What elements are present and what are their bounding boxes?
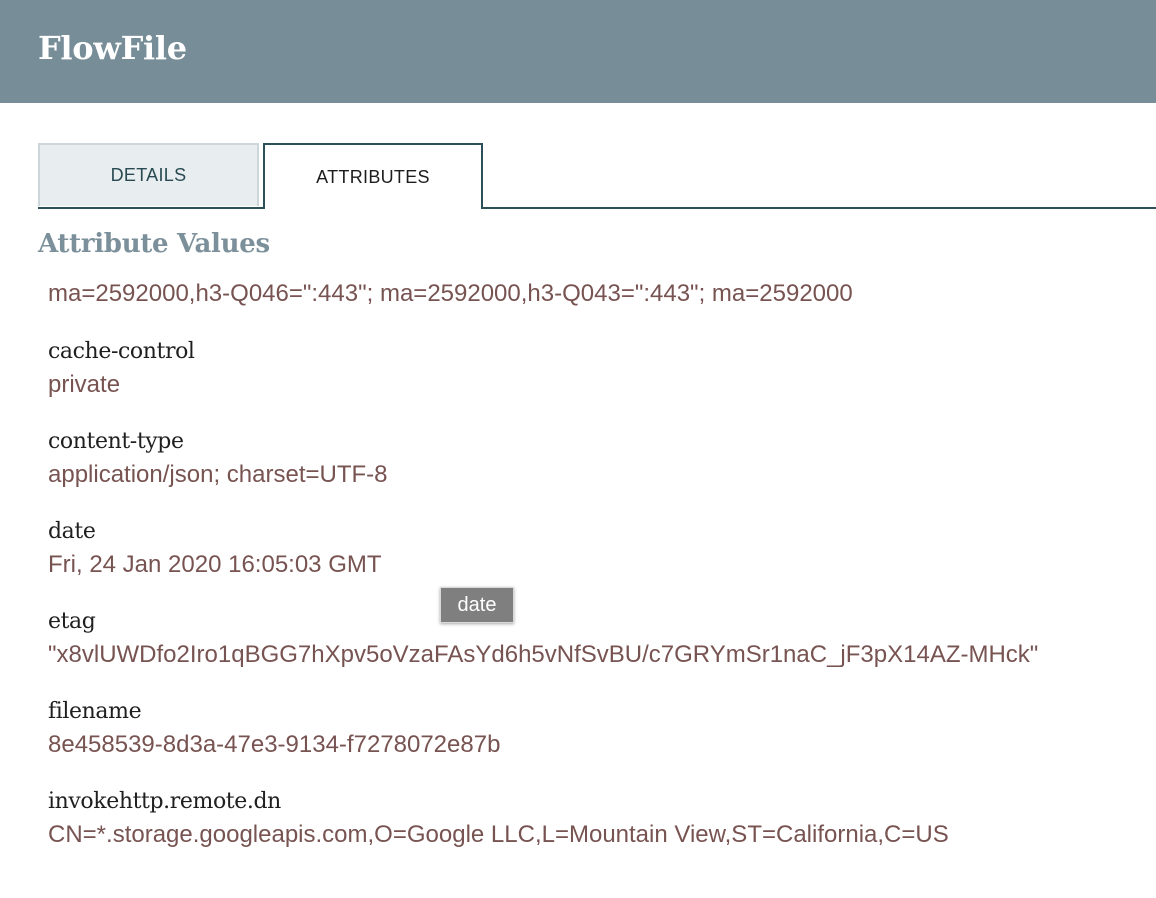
hover-tooltip: date <box>440 587 514 623</box>
attribute-value[interactable]: application/json; charset=UTF-8 <box>48 458 1148 491</box>
attribute-item: invokehttp.remote.dn CN=*.storage.google… <box>48 785 1148 851</box>
dialog-title: FlowFile <box>38 29 187 67</box>
tab-details[interactable]: DETAILS <box>38 143 259 206</box>
attribute-name: date <box>48 519 96 544</box>
attribute-value[interactable]: 8e458539-8d3a-47e3-9134-f7278072e87b <box>48 728 1148 761</box>
attribute-list: ma=2592000,h3-Q046=":443"; ma=2592000,h3… <box>48 278 1148 875</box>
attribute-value[interactable]: private <box>48 368 1148 401</box>
attribute-item: cache-control private <box>48 335 1148 401</box>
attribute-item: date Fri, 24 Jan 2020 16:05:03 GMT <box>48 515 1148 581</box>
attribute-value[interactable]: CN=*.storage.googleapis.com,O=Google LLC… <box>48 818 1148 851</box>
attribute-value[interactable]: "x8vlUWDfo2Iro1qBGG7hXpv5oVzaFAsYd6h5vNf… <box>48 638 1148 671</box>
attribute-value[interactable]: ma=2592000,h3-Q046=":443"; ma=2592000,h3… <box>48 278 1148 310</box>
attribute-name: cache-control <box>48 339 195 364</box>
dialog-header: FlowFile <box>0 0 1156 103</box>
attribute-item: content-type application/json; charset=U… <box>48 425 1148 491</box>
attribute-item: etag "x8vlUWDfo2Iro1qBGG7hXpv5oVzaFAsYd6… <box>48 605 1148 671</box>
attribute-values-heading: Attribute Values <box>38 229 270 259</box>
tab-attributes-label: ATTRIBUTES <box>316 166 430 187</box>
attribute-value[interactable]: Fri, 24 Jan 2020 16:05:03 GMT <box>48 548 1148 581</box>
attribute-item: ma=2592000,h3-Q046=":443"; ma=2592000,h3… <box>48 278 1148 310</box>
tab-details-label: DETAILS <box>110 165 187 185</box>
tab-bar-divider <box>38 207 1156 209</box>
attribute-name: etag <box>48 609 96 634</box>
attribute-name: content-type <box>48 429 184 454</box>
attribute-item: filename 8e458539-8d3a-47e3-9134-f727807… <box>48 695 1148 761</box>
tab-attributes[interactable]: ATTRIBUTES <box>263 143 483 209</box>
attribute-name: invokehttp.remote.dn <box>48 789 281 814</box>
attribute-name: filename <box>48 699 142 724</box>
